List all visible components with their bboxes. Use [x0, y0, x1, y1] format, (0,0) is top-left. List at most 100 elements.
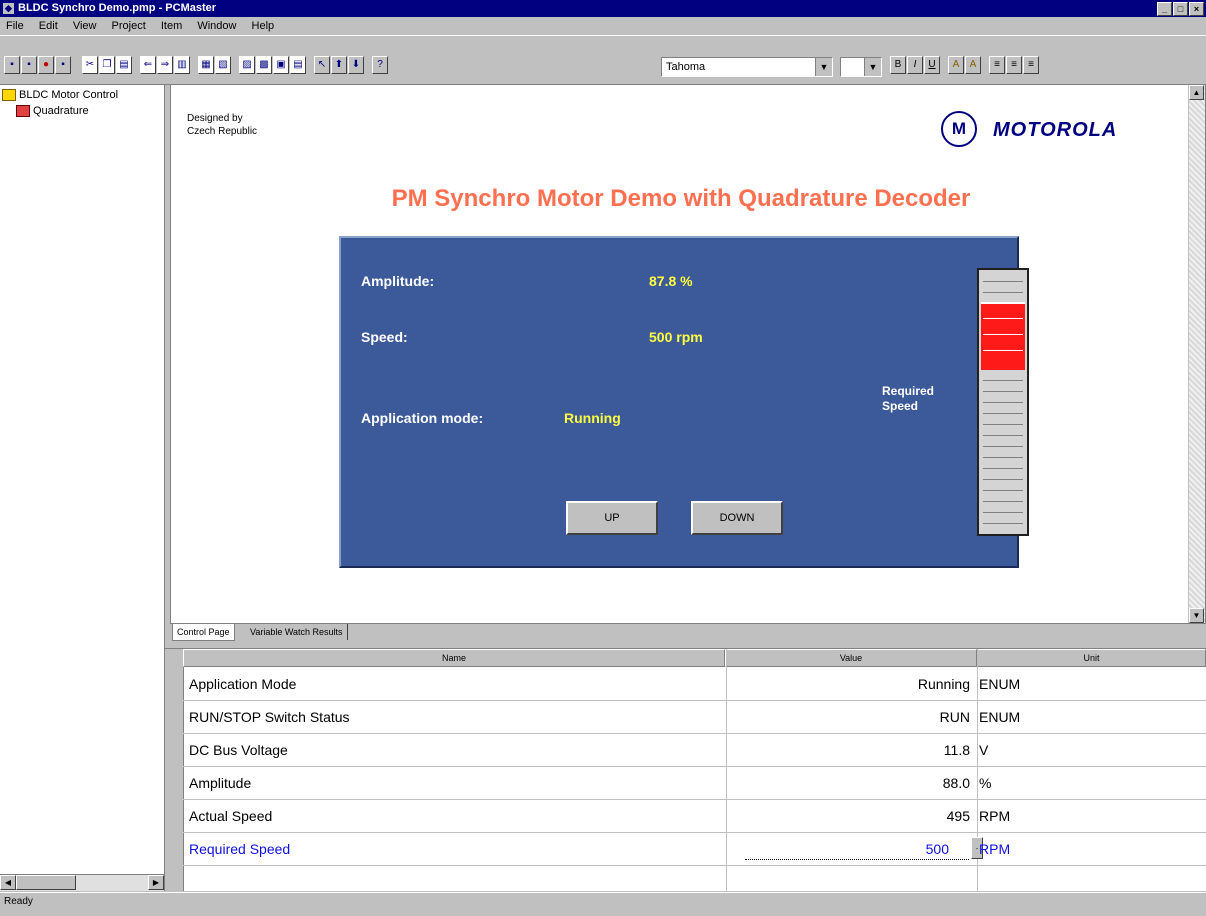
logo-text: MOTOROLA: [993, 119, 1118, 141]
row-name: Application Mode: [189, 676, 297, 692]
slider-thumb-line: [983, 318, 1023, 319]
text-color-icon[interactable]: A: [948, 56, 964, 74]
slider-label-line-1: Required: [882, 384, 935, 398]
row-unit: RPM: [979, 808, 1011, 824]
row-value: Running: [917, 676, 970, 692]
table-row[interactable]: Application Mode Running ENUM: [183, 668, 1206, 701]
align-center-icon[interactable]: ≡: [1006, 56, 1022, 74]
scope-icon[interactable]: ▧: [215, 56, 231, 74]
slider-tick: [983, 292, 1023, 293]
row-unit: V: [979, 742, 989, 758]
slider-tick: [983, 391, 1023, 392]
amplitude-value: 87.8 %: [649, 273, 693, 289]
slider-tick: [983, 457, 1023, 458]
column-header-name[interactable]: Name: [183, 649, 725, 667]
column-header-unit[interactable]: Unit: [977, 649, 1206, 667]
up-arrow-icon[interactable]: ⬆: [331, 56, 347, 74]
table-row[interactable]: Actual Speed 495 RPM: [183, 800, 1206, 833]
align-left-icon[interactable]: ≡: [989, 56, 1005, 74]
menu-view[interactable]: View: [67, 17, 103, 35]
maximize-button[interactable]: □: [1173, 2, 1188, 16]
slider-tick: [983, 501, 1023, 502]
pointer-icon[interactable]: ↖: [314, 56, 330, 74]
font-combo[interactable]: Tahoma ▼: [661, 57, 833, 77]
column-header-value[interactable]: Value: [725, 649, 977, 667]
bold-icon[interactable]: B: [890, 56, 906, 74]
title-bar: ◆ BLDC Synchro Demo.pmp - PCMaster _ □ ×: [0, 0, 1206, 17]
slider-tick: [983, 523, 1023, 524]
tree-root[interactable]: BLDC Motor Control: [2, 89, 118, 102]
table-row[interactable]: Amplitude 88.0 %: [183, 767, 1206, 800]
chart-icon[interactable]: ▥: [174, 56, 190, 74]
open-icon[interactable]: ▪: [21, 56, 37, 74]
menu-item[interactable]: Item: [155, 17, 188, 35]
back-color-icon[interactable]: A: [965, 56, 981, 74]
menu-window[interactable]: Window: [191, 17, 242, 35]
required-speed-slider[interactable]: [977, 268, 1029, 536]
grid-icon[interactable]: ▤: [290, 56, 306, 74]
minimize-button[interactable]: _: [1157, 2, 1172, 16]
table-row-required-speed[interactable]: Required Speed 500 · RPM: [183, 833, 1206, 866]
save-icon[interactable]: ▪: [55, 56, 71, 74]
back-icon[interactable]: ⇐: [140, 56, 156, 74]
designed-by-line-2: Czech Republic: [187, 126, 258, 137]
tree-item-quadrature[interactable]: Quadrature: [16, 105, 89, 118]
new-icon[interactable]: ▪: [4, 56, 20, 74]
underline-icon[interactable]: U: [924, 56, 940, 74]
properties-icon[interactable]: ▩: [256, 56, 272, 74]
down-button[interactable]: DOWN: [691, 501, 783, 535]
scroll-left-icon[interactable]: ◀: [0, 875, 16, 890]
scroll-right-icon[interactable]: ▶: [148, 875, 164, 890]
app-icon[interactable]: ◆: [3, 3, 14, 14]
menu-edit[interactable]: Edit: [33, 17, 64, 35]
tree-item-label: Quadrature: [33, 105, 89, 117]
slider-tick: [983, 512, 1023, 513]
row-value: 495: [946, 808, 970, 824]
zoom-icon[interactable]: ▣: [273, 56, 289, 74]
page-title: PM Synchro Motor Demo with Quadrature De…: [391, 185, 971, 212]
row-name: RUN/STOP Switch Status: [189, 709, 350, 725]
speed-value: 500 rpm: [649, 329, 703, 345]
paste-icon[interactable]: ▤: [116, 56, 132, 74]
copy-icon[interactable]: ❐: [99, 56, 115, 74]
table-row[interactable]: DC Bus Voltage 11.8 V: [183, 734, 1206, 767]
slider-tick: [983, 468, 1023, 469]
up-button[interactable]: UP: [566, 501, 658, 535]
menu-help[interactable]: Help: [246, 17, 281, 35]
tree-horizontal-scrollbar[interactable]: ◀ ▶: [0, 874, 164, 891]
cut-icon[interactable]: ✂: [82, 56, 98, 74]
font-size-combo[interactable]: ▼: [840, 57, 882, 77]
menu-file[interactable]: File: [0, 17, 30, 35]
scroll-down-icon[interactable]: ▼: [1189, 608, 1204, 623]
scroll-thumb[interactable]: [16, 875, 76, 890]
forward-icon[interactable]: ⇒: [157, 56, 173, 74]
menu-project[interactable]: Project: [106, 17, 152, 35]
down-arrow-icon[interactable]: ⬇: [348, 56, 364, 74]
align-right-icon[interactable]: ≡: [1023, 56, 1039, 74]
page-vertical-scrollbar[interactable]: ▲ ▼: [1188, 85, 1205, 623]
recorder-icon[interactable]: ▨: [239, 56, 255, 74]
close-button[interactable]: ×: [1189, 2, 1204, 16]
tab-control-page[interactable]: Control Page: [172, 624, 235, 641]
row-name: Actual Speed: [189, 808, 273, 824]
row-name: Amplitude: [189, 775, 252, 791]
designed-by-line-1: Designed by: [187, 113, 243, 124]
chevron-down-icon[interactable]: ▼: [864, 58, 881, 76]
italic-icon[interactable]: I: [907, 56, 923, 74]
table-row[interactable]: RUN/STOP Switch Status RUN ENUM: [183, 701, 1206, 734]
scroll-up-icon[interactable]: ▲: [1189, 85, 1204, 100]
status-bar: Ready: [0, 892, 1206, 916]
required-speed-input[interactable]: 500: [743, 833, 949, 865]
tab-variable-watch-results[interactable]: Variable Watch Results: [246, 624, 348, 640]
row-unit: ENUM: [979, 676, 1021, 692]
window-title: BLDC Synchro Demo.pmp - PCMaster: [18, 2, 217, 14]
watch-icon[interactable]: ▦: [198, 56, 214, 74]
row-unit: ENUM: [979, 709, 1021, 725]
slider-thumb[interactable]: [981, 302, 1025, 370]
chevron-down-icon[interactable]: ▼: [815, 58, 832, 76]
font-combo-value: Tahoma: [666, 61, 706, 73]
stop-icon[interactable]: ●: [38, 56, 54, 74]
folder-icon: [2, 89, 16, 102]
help-icon[interactable]: ?: [372, 56, 388, 74]
menu-bar: File Edit View Project Item Window Help: [0, 17, 1206, 35]
